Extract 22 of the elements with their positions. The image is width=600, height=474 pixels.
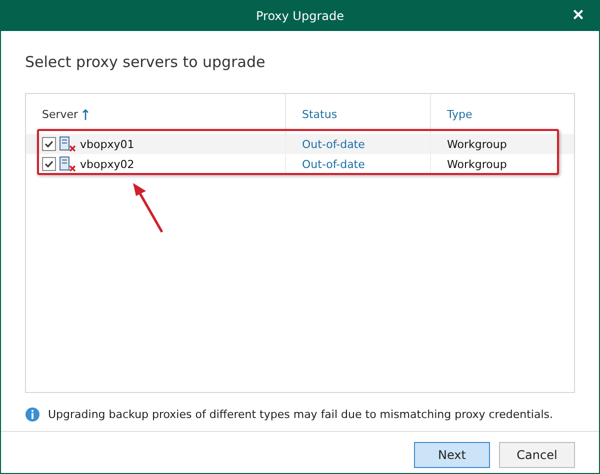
- cancel-button[interactable]: Cancel: [499, 442, 575, 468]
- window-title: Proxy Upgrade: [256, 9, 344, 23]
- server-error-icon: [59, 156, 77, 172]
- page-heading: Select proxy servers to upgrade: [25, 53, 266, 71]
- table-cell: Workgroup: [447, 138, 507, 150]
- column-header[interactable]: Status: [302, 108, 338, 120]
- table-cell: Out-of-date: [302, 138, 365, 150]
- table-cell: vbopxy02: [80, 158, 134, 170]
- table-cell: vbopxy01: [80, 138, 134, 150]
- server-error-icon: [59, 136, 77, 152]
- row-checkbox[interactable]: [42, 137, 56, 151]
- info-icon: [25, 406, 40, 422]
- row-checkbox[interactable]: [42, 157, 56, 171]
- column-header[interactable]: Server: [42, 108, 78, 120]
- sort-arrow-icon: [82, 108, 90, 120]
- annotation-arrow: [130, 182, 164, 234]
- close-button[interactable]: ✕: [572, 6, 585, 24]
- column-header[interactable]: Type: [447, 108, 472, 120]
- table-cell: Workgroup: [447, 158, 507, 170]
- info-message: Upgrading backup proxies of different types may fail due to mismatching proxy credentials.: [48, 408, 553, 420]
- table-cell: Out-of-date: [302, 158, 365, 170]
- next-button[interactable]: Next: [414, 442, 490, 468]
